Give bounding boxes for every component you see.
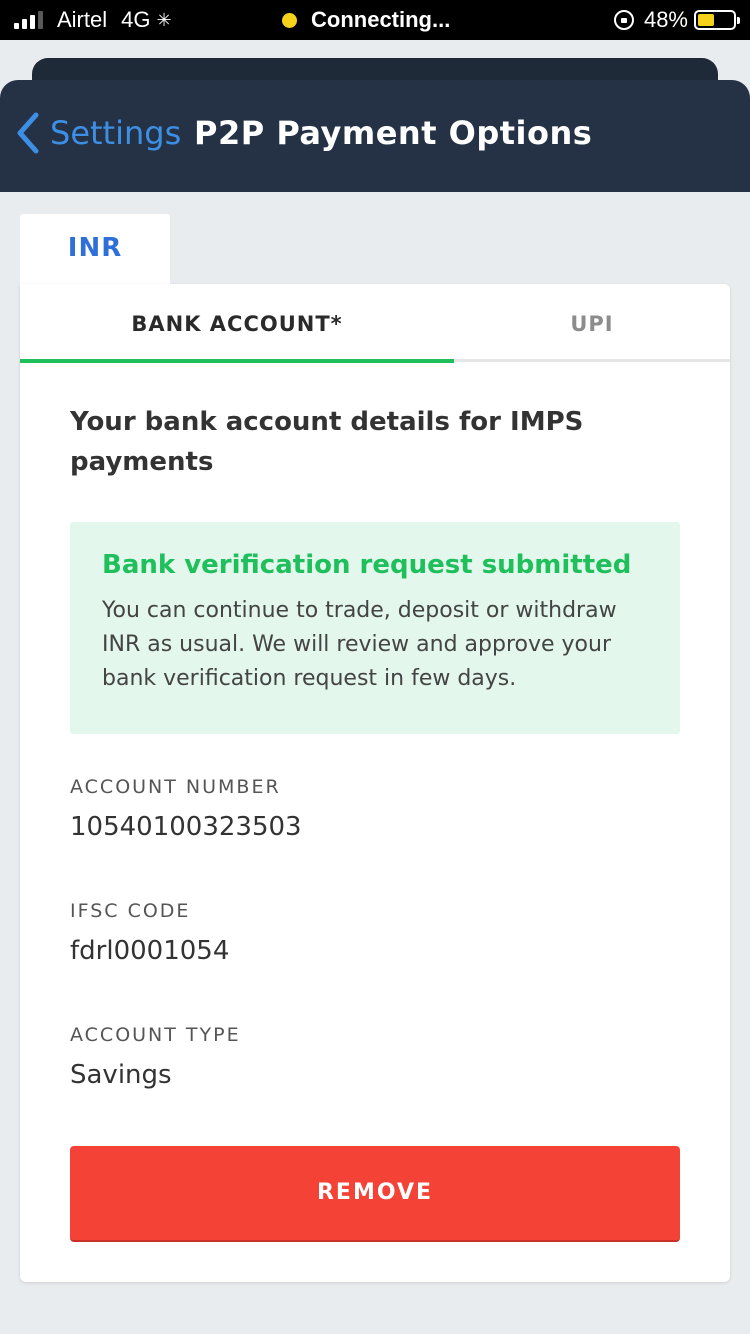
field-value: fdrl0001054: [70, 936, 230, 966]
ifsc-code-field: IFSC CODE fdrl0001054: [70, 900, 670, 966]
rotation-lock-icon: [613, 10, 634, 30]
network-label: 4G: [121, 7, 151, 32]
account-number-field: ACCOUNT NUMBER 10540100323503: [70, 776, 670, 842]
connection-status: Connecting...: [311, 7, 451, 32]
battery-icon: [694, 10, 740, 30]
page-title: P2P Payment Options: [194, 114, 593, 152]
field-label: ACCOUNT NUMBER: [70, 776, 281, 798]
tab-inr[interactable]: INR: [20, 214, 170, 290]
signal-icon: [14, 11, 43, 29]
remove-button[interactable]: REMOVE: [70, 1146, 680, 1242]
status-right: 48%: [613, 7, 740, 33]
battery-percent: 48%: [643, 7, 688, 32]
tab-upi[interactable]: UPI: [454, 284, 730, 362]
verification-notice: Bank verification request submitted You …: [70, 522, 680, 734]
field-label: IFSC CODE: [70, 900, 191, 922]
status-bar: Airtel 4G ✳ Connecting... 48%: [0, 0, 750, 40]
chevron-left-icon: [17, 112, 39, 154]
nav-header: Settings P2P Payment Options: [0, 80, 750, 192]
payment-card: BANK ACCOUNT* UPI Your bank account deta…: [20, 284, 730, 1282]
account-type-field: ACCOUNT TYPE Savings: [70, 1024, 670, 1090]
battery-fill: [698, 14, 715, 26]
loading-spinner-icon: ✳: [156, 9, 172, 30]
back-label: Settings: [50, 114, 182, 152]
recording-dot-icon: [282, 12, 297, 28]
back-button[interactable]: Settings: [14, 111, 181, 155]
field-label: ACCOUNT TYPE: [70, 1024, 241, 1046]
status-left: Airtel 4G ✳: [14, 7, 172, 33]
tab-bank-account[interactable]: BANK ACCOUNT*: [20, 284, 454, 363]
carrier-label: Airtel: [57, 7, 108, 32]
payment-method-tabs: BANK ACCOUNT* UPI: [20, 284, 730, 363]
notice-body: You can continue to trade, deposit or wi…: [102, 598, 617, 691]
field-value: 10540100323503: [70, 812, 302, 842]
status-center: Connecting...: [282, 7, 450, 33]
field-value: Savings: [70, 1060, 172, 1090]
section-title: Your bank account details for IMPS payme…: [70, 407, 584, 477]
notice-title: Bank verification request submitted: [102, 550, 632, 580]
